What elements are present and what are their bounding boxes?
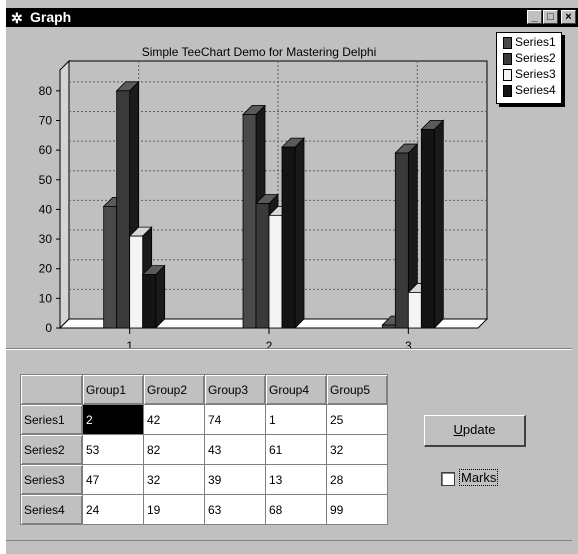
grid-row: Series3 47 32 39 13 28 (20, 464, 388, 495)
legend-label: Series4 (515, 83, 556, 97)
chart: Simple TeeChart Demo for Mastering Delph… (39, 45, 489, 353)
bar-front (129, 235, 144, 329)
grid-cell[interactable]: 43 (204, 434, 266, 465)
grid-cell[interactable]: 61 (265, 434, 327, 465)
row-header: Series3 (20, 464, 83, 495)
grid-cell[interactable]: 19 (143, 494, 205, 525)
grid-cell[interactable]: 74 (204, 404, 266, 435)
grid-header-row: Group1 Group2 Group3 Group4 Group5 (20, 374, 388, 405)
legend-swatch (503, 52, 512, 65)
legend-swatch (503, 36, 512, 49)
grid-cell[interactable]: 82 (143, 434, 205, 465)
y-tick-label: 40 (39, 202, 53, 216)
bar-front (242, 114, 257, 329)
legend-item: Series3 (503, 67, 556, 83)
update-label: pdate (462, 422, 496, 437)
y-axis-ticks: 0 10 20 30 40 50 60 70 80 (39, 84, 60, 335)
grid-cell[interactable]: 25 (326, 404, 388, 435)
grid-cell[interactable]: 32 (143, 464, 205, 495)
legend-swatch (503, 68, 512, 81)
legend-swatch (503, 84, 512, 97)
y-tick-label: 10 (39, 291, 53, 305)
legend-item: Series1 (503, 35, 556, 51)
legend-label: Series2 (515, 51, 556, 65)
bar-front (394, 152, 409, 329)
grid-row: Series4 24 19 63 68 99 (20, 494, 388, 525)
grid-row: Series2 53 82 43 61 32 (20, 434, 388, 465)
bar-front (103, 206, 118, 329)
grid-cell[interactable]: 2 (82, 404, 144, 435)
grid-corner-cell (20, 374, 83, 405)
y-tick-label: 70 (39, 113, 53, 127)
x-tick-label: 2 (266, 339, 273, 353)
x-tick-label: 3 (405, 339, 412, 353)
chart-legend: Series1 Series2 Series3 Series4 (496, 32, 562, 104)
legend-label: Series1 (515, 35, 556, 49)
grid-row: Series1 2 42 74 1 25 (20, 404, 388, 435)
y-tick-label: 80 (39, 84, 53, 98)
grid-cell[interactable]: 24 (82, 494, 144, 525)
grid-cell[interactable]: 47 (82, 464, 144, 495)
grid-cell[interactable]: 39 (204, 464, 266, 495)
bar-front (420, 128, 435, 329)
bar-front (255, 203, 270, 329)
column-header: Group3 (204, 374, 266, 405)
bar-side (433, 119, 444, 329)
bar-front (281, 146, 296, 329)
string-grid[interactable]: Group1 Group2 Group3 Group4 Group5 Serie… (20, 374, 388, 525)
column-header: Group4 (265, 374, 327, 405)
grid-cell[interactable]: 99 (326, 494, 388, 525)
grid-cell[interactable]: 13 (265, 464, 327, 495)
bar (141, 264, 166, 329)
y-tick-label: 50 (39, 173, 53, 187)
grid-cell[interactable]: 53 (82, 434, 144, 465)
y-tick-label: 60 (39, 143, 53, 157)
bar-front (268, 214, 283, 329)
bar (420, 119, 445, 329)
grid-cell[interactable]: 63 (204, 494, 266, 525)
grid-cell[interactable]: 28 (326, 464, 388, 495)
y-tick-label: 0 (45, 321, 52, 335)
bar-front (116, 90, 131, 329)
bar-side (294, 137, 305, 329)
y-tick-label: 30 (39, 232, 53, 246)
legend-item: Series2 (503, 51, 556, 67)
row-header: Series2 (20, 434, 83, 465)
grid-cell[interactable]: 1 (265, 404, 327, 435)
update-button[interactable]: Update (424, 415, 526, 447)
chart-left-wall (59, 59, 70, 330)
marks-checkbox[interactable] (441, 472, 455, 486)
row-header: Series4 (20, 494, 83, 525)
bar (281, 137, 305, 329)
legend-label: Series3 (515, 67, 556, 81)
y-tick-label: 20 (39, 262, 53, 276)
grid-cell[interactable]: 42 (143, 404, 205, 435)
bar-front (142, 274, 157, 329)
bar-front (407, 292, 422, 329)
marks-label[interactable]: Marks (459, 469, 499, 486)
divider (6, 348, 572, 350)
legend-item: Series4 (503, 83, 556, 99)
x-tick-label: 1 (126, 339, 133, 353)
chart-title: Simple TeeChart Demo for Mastering Delph… (142, 45, 377, 59)
column-header: Group1 (82, 374, 144, 405)
grid-cell[interactable]: 32 (326, 434, 388, 465)
bar-front (381, 324, 396, 329)
column-header: Group2 (143, 374, 205, 405)
column-header: Group5 (326, 374, 388, 405)
row-header: Series1 (20, 404, 83, 435)
grid-cell[interactable]: 68 (265, 494, 327, 525)
bar-side (155, 264, 166, 329)
bottom-edge (6, 540, 572, 541)
update-accelerator: U (453, 422, 463, 437)
